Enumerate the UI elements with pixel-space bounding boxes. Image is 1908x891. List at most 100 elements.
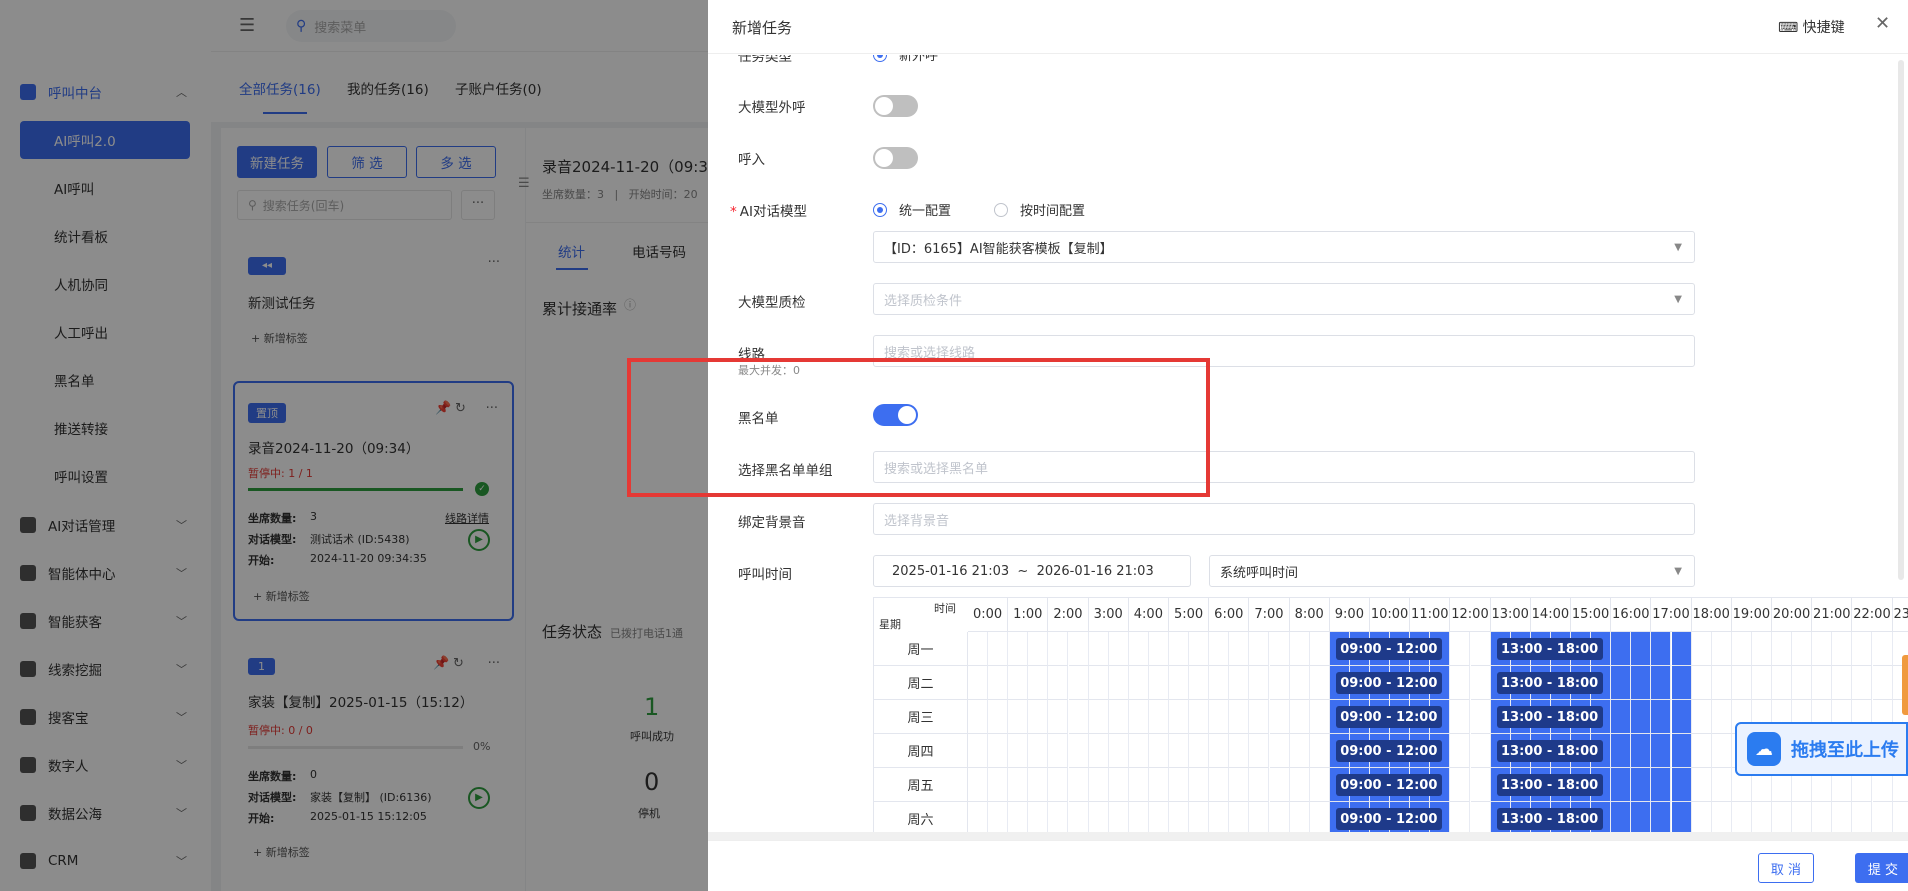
schedule-cell[interactable] bbox=[1169, 666, 1190, 700]
schedule-cell[interactable] bbox=[1450, 734, 1471, 768]
schedule-cell[interactable] bbox=[1269, 734, 1290, 768]
schedule-cell[interactable] bbox=[1289, 768, 1310, 802]
schedule-grid[interactable]: 时间 星期 0:00 1:00 2:00 3:00 4:00 5:00 6:00 7:00 8:… bbox=[873, 597, 1908, 837]
schedule-cell[interactable] bbox=[1470, 734, 1491, 768]
schedule-cell[interactable] bbox=[1751, 802, 1772, 836]
schedule-cell[interactable] bbox=[1189, 802, 1210, 836]
schedule-cell[interactable] bbox=[1148, 666, 1169, 700]
schedule-cell[interactable] bbox=[1088, 734, 1109, 768]
schedule-cell-selected[interactable] bbox=[1631, 700, 1652, 734]
schedule-cell[interactable] bbox=[988, 768, 1009, 802]
schedule-cell[interactable] bbox=[1711, 632, 1732, 666]
schedule-cell[interactable] bbox=[1108, 700, 1129, 734]
schedule-cell[interactable] bbox=[1229, 802, 1250, 836]
schedule-cell[interactable] bbox=[988, 734, 1009, 768]
schedule-cell[interactable] bbox=[1169, 632, 1190, 666]
schedule-cell[interactable] bbox=[1209, 666, 1230, 700]
side-tab[interactable] bbox=[1902, 655, 1908, 715]
schedule-cell[interactable] bbox=[1048, 802, 1069, 836]
schedule-cell[interactable] bbox=[1108, 802, 1129, 836]
schedule-cell[interactable] bbox=[1209, 700, 1230, 734]
schedule-cell[interactable] bbox=[988, 632, 1009, 666]
schedule-cell[interactable] bbox=[1691, 768, 1712, 802]
schedule-cell[interactable] bbox=[1128, 666, 1149, 700]
schedule-cell-selected[interactable] bbox=[1611, 768, 1632, 802]
schedule-cell[interactable] bbox=[1148, 632, 1169, 666]
schedule-cell[interactable] bbox=[1772, 666, 1793, 700]
schedule-cell[interactable] bbox=[1128, 700, 1149, 734]
schedule-cell-selected[interactable] bbox=[1631, 802, 1652, 836]
schedule-cell[interactable] bbox=[1711, 768, 1732, 802]
schedule-cell[interactable] bbox=[1289, 700, 1310, 734]
schedule-cell[interactable] bbox=[1008, 700, 1029, 734]
schedule-cell[interactable] bbox=[1289, 802, 1310, 836]
submit-button[interactable]: 提 交 bbox=[1855, 853, 1908, 883]
schedule-cell[interactable] bbox=[1028, 768, 1049, 802]
schedule-cell[interactable] bbox=[1792, 802, 1813, 836]
schedule-cell[interactable] bbox=[1108, 632, 1129, 666]
schedule-cell[interactable] bbox=[1269, 666, 1290, 700]
schedule-cell[interactable] bbox=[968, 632, 989, 666]
schedule-cell[interactable] bbox=[1088, 802, 1109, 836]
schedule-cell[interactable] bbox=[1148, 802, 1169, 836]
schedule-cell[interactable] bbox=[1450, 632, 1471, 666]
schedule-cell[interactable] bbox=[1189, 700, 1210, 734]
schedule-cell[interactable] bbox=[1892, 802, 1908, 836]
close-icon[interactable]: ✕ bbox=[1875, 13, 1890, 34]
call-time-mode-select[interactable]: 系统呼叫时间 ▼ bbox=[1209, 555, 1695, 587]
schedule-cell-selected[interactable] bbox=[1611, 700, 1632, 734]
cancel-button[interactable]: 取 消 bbox=[1758, 853, 1814, 883]
schedule-cell[interactable] bbox=[1309, 666, 1330, 700]
schedule-cell[interactable] bbox=[1751, 666, 1772, 700]
schedule-cell[interactable] bbox=[1008, 666, 1029, 700]
schedule-cell-selected[interactable] bbox=[1611, 802, 1632, 836]
schedule-cell[interactable] bbox=[1711, 734, 1732, 768]
schedule-cell[interactable] bbox=[1450, 768, 1471, 802]
schedule-cell[interactable] bbox=[1249, 768, 1270, 802]
schedule-cell[interactable] bbox=[968, 700, 989, 734]
schedule-cell[interactable] bbox=[1832, 802, 1853, 836]
schedule-cell[interactable] bbox=[1691, 734, 1712, 768]
schedule-cell[interactable] bbox=[1832, 632, 1853, 666]
schedule-cell[interactable] bbox=[1470, 666, 1491, 700]
schedule-cell[interactable] bbox=[1169, 700, 1190, 734]
schedule-cell[interactable] bbox=[1249, 666, 1270, 700]
schedule-cell[interactable] bbox=[1812, 802, 1833, 836]
schedule-cell[interactable] bbox=[1751, 632, 1772, 666]
vertical-scrollbar[interactable] bbox=[1898, 60, 1904, 580]
schedule-cell[interactable] bbox=[1711, 666, 1732, 700]
schedule-cell[interactable] bbox=[1068, 700, 1089, 734]
schedule-cell-selected[interactable] bbox=[1631, 734, 1652, 768]
horizontal-scrollbar[interactable] bbox=[708, 832, 1908, 840]
schedule-cell[interactable] bbox=[1289, 666, 1310, 700]
schedule-cell-selected[interactable] bbox=[1631, 768, 1652, 802]
schedule-cell-selected[interactable] bbox=[1651, 700, 1672, 734]
schedule-cell[interactable] bbox=[1068, 666, 1089, 700]
schedule-cell[interactable] bbox=[1008, 734, 1029, 768]
schedule-cell[interactable] bbox=[1691, 802, 1712, 836]
schedule-cell[interactable] bbox=[1008, 632, 1029, 666]
schedule-cell[interactable] bbox=[1309, 802, 1330, 836]
schedule-cell[interactable] bbox=[1832, 666, 1853, 700]
schedule-cell[interactable] bbox=[1028, 666, 1049, 700]
schedule-cell[interactable] bbox=[1852, 666, 1873, 700]
schedule-cell[interactable] bbox=[1068, 734, 1089, 768]
schedule-cell[interactable] bbox=[1450, 700, 1471, 734]
schedule-cell[interactable] bbox=[1792, 632, 1813, 666]
qc-select[interactable]: 选择质检条件 ▼ bbox=[873, 283, 1695, 315]
schedule-cell[interactable] bbox=[1450, 666, 1471, 700]
schedule-cell-selected[interactable] bbox=[1611, 734, 1632, 768]
schedule-cell[interactable] bbox=[1229, 768, 1250, 802]
schedule-cell[interactable] bbox=[1249, 734, 1270, 768]
schedule-cell[interactable] bbox=[1068, 632, 1089, 666]
schedule-cell[interactable] bbox=[1852, 632, 1873, 666]
schedule-cell[interactable] bbox=[968, 666, 989, 700]
schedule-cell[interactable] bbox=[1128, 802, 1149, 836]
schedule-cell[interactable] bbox=[1269, 700, 1290, 734]
schedule-cell[interactable] bbox=[1812, 666, 1833, 700]
schedule-cell[interactable] bbox=[1189, 768, 1210, 802]
schedule-cell[interactable] bbox=[1108, 768, 1129, 802]
schedule-cell[interactable] bbox=[1148, 700, 1169, 734]
schedule-cell[interactable] bbox=[1048, 700, 1069, 734]
schedule-cell[interactable] bbox=[1691, 700, 1712, 734]
